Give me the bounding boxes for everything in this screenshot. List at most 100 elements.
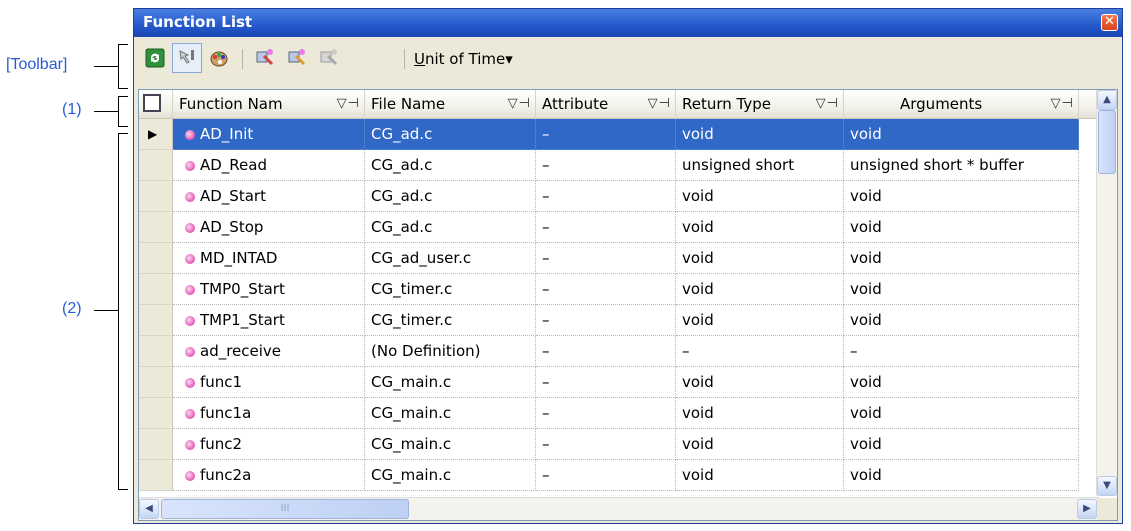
file-name-cell[interactable]: CG_ad.c — [365, 119, 536, 150]
attribute-cell[interactable]: – — [536, 460, 676, 491]
palette-button[interactable] — [204, 43, 234, 73]
function-name-cell[interactable]: TMP0_Start — [173, 274, 365, 305]
row-header[interactable] — [139, 305, 173, 336]
arguments-cell[interactable]: void — [844, 243, 1079, 274]
function-name-cell[interactable]: MD_INTAD — [173, 243, 365, 274]
filter-pin-icon[interactable]: ▽⊣ — [816, 90, 839, 118]
arguments-cell[interactable]: void — [844, 181, 1079, 212]
file-name-cell[interactable]: CG_ad_user.c — [365, 243, 536, 274]
attribute-cell[interactable]: – — [536, 212, 676, 243]
row-header[interactable] — [139, 243, 173, 274]
arguments-cell[interactable]: void — [844, 119, 1079, 150]
row-header[interactable] — [139, 181, 173, 212]
vertical-scroll-thumb[interactable] — [1098, 110, 1116, 174]
row-header[interactable] — [139, 150, 173, 181]
filter-pin-icon[interactable]: ▽⊣ — [508, 90, 531, 118]
column-attribute[interactable]: Attribute ▽⊣ — [536, 90, 676, 118]
function-name-cell[interactable]: func2 — [173, 429, 365, 460]
table-row[interactable]: func1 CG_main.c – void void — [173, 367, 1099, 398]
file-name-cell[interactable]: CG_ad.c — [365, 212, 536, 243]
scroll-up-icon[interactable]: ▲ — [1097, 90, 1117, 110]
file-name-cell[interactable]: CG_main.c — [365, 398, 536, 429]
row-header[interactable] — [139, 460, 173, 491]
attribute-cell[interactable]: – — [536, 398, 676, 429]
file-name-cell[interactable]: CG_ad.c — [365, 150, 536, 181]
file-name-cell[interactable]: CG_ad.c — [365, 181, 536, 212]
title-bar[interactable]: Function List ✕ — [134, 9, 1122, 37]
table-row[interactable]: TMP0_Start CG_timer.c – void void — [173, 274, 1099, 305]
return-type-cell[interactable]: – — [676, 336, 844, 367]
table-row[interactable]: TMP1_Start CG_timer.c – void void — [173, 305, 1099, 336]
arguments-cell[interactable]: – — [844, 336, 1079, 367]
arguments-cell[interactable]: void — [844, 212, 1079, 243]
attribute-cell[interactable]: – — [536, 336, 676, 367]
horizontal-scroll-thumb[interactable]: III — [161, 499, 409, 519]
horizontal-scrollbar[interactable]: ◀ III ▶ — [139, 497, 1099, 520]
row-header[interactable] — [139, 212, 173, 243]
function-name-cell[interactable]: func1 — [173, 367, 365, 398]
file-name-cell[interactable]: CG_main.c — [365, 460, 536, 491]
unit-of-time-menu[interactable]: Unit of Time▾ — [414, 50, 513, 68]
column-return-type[interactable]: Return Type ▽⊣ — [676, 90, 844, 118]
column-arguments[interactable]: Arguments ▽⊣ — [844, 90, 1079, 118]
jump-to-source-button[interactable] — [172, 43, 202, 73]
scroll-left-icon[interactable]: ◀ — [139, 499, 159, 519]
arguments-cell[interactable]: unsigned short * buffer — [844, 150, 1079, 181]
table-row[interactable]: func2a CG_main.c – void void — [173, 460, 1099, 491]
table-row[interactable]: func1a CG_main.c – void void — [173, 398, 1099, 429]
row-header[interactable]: ▶ — [139, 119, 173, 150]
vertical-scrollbar[interactable]: ▲ ▼ — [1096, 90, 1117, 496]
return-type-cell[interactable]: void — [676, 243, 844, 274]
arguments-cell[interactable]: void — [844, 274, 1079, 305]
attribute-cell[interactable]: – — [536, 429, 676, 460]
row-header[interactable] — [139, 336, 173, 367]
filter-pin-icon[interactable]: ▽⊣ — [648, 90, 671, 118]
filter-pin-icon[interactable]: ▽⊣ — [1051, 90, 1074, 118]
scroll-down-icon[interactable]: ▼ — [1097, 476, 1117, 496]
column-function-name[interactable]: Function Nam ▽⊣ — [173, 90, 365, 118]
file-name-cell[interactable]: CG_timer.c — [365, 305, 536, 336]
attribute-cell[interactable]: – — [536, 367, 676, 398]
return-type-cell[interactable]: void — [676, 398, 844, 429]
function-name-cell[interactable]: TMP1_Start — [173, 305, 365, 336]
arguments-cell[interactable]: void — [844, 460, 1079, 491]
table-row[interactable]: AD_Stop CG_ad.c – void void — [173, 212, 1099, 243]
return-type-cell[interactable]: void — [676, 429, 844, 460]
arguments-cell[interactable]: void — [844, 398, 1079, 429]
scroll-right-icon[interactable]: ▶ — [1077, 499, 1097, 519]
attribute-cell[interactable]: – — [536, 181, 676, 212]
return-type-cell[interactable]: void — [676, 305, 844, 336]
attribute-cell[interactable]: – — [536, 119, 676, 150]
column-file-name[interactable]: File Name ▽⊣ — [365, 90, 536, 118]
row-header[interactable] — [139, 274, 173, 305]
table-row[interactable]: AD_Start CG_ad.c – void void — [173, 181, 1099, 212]
row-header[interactable] — [139, 367, 173, 398]
return-type-cell[interactable]: void — [676, 119, 844, 150]
column-chooser[interactable] — [139, 90, 173, 118]
return-type-cell[interactable]: void — [676, 460, 844, 491]
return-type-cell[interactable]: void — [676, 274, 844, 305]
table-row[interactable]: MD_INTAD CG_ad_user.c – void void — [173, 243, 1099, 274]
attribute-cell[interactable]: – — [536, 150, 676, 181]
return-type-cell[interactable]: void — [676, 181, 844, 212]
table-row[interactable]: AD_Read CG_ad.c – unsigned short unsigned sh… — [173, 150, 1099, 181]
row-header[interactable] — [139, 429, 173, 460]
file-name-cell[interactable]: CG_timer.c — [365, 274, 536, 305]
function-name-cell[interactable]: AD_Read — [173, 150, 365, 181]
function-name-cell[interactable]: AD_Start — [173, 181, 365, 212]
file-name-cell[interactable]: (No Definition) — [365, 336, 536, 367]
function-name-cell[interactable]: func2a — [173, 460, 365, 491]
table-row[interactable]: func2 CG_main.c – void void — [173, 429, 1099, 460]
close-icon[interactable]: ✕ — [1101, 14, 1118, 31]
remove-event-button[interactable] — [314, 43, 344, 73]
return-type-cell[interactable]: void — [676, 367, 844, 398]
function-name-cell[interactable]: ad_receive — [173, 336, 365, 367]
arguments-cell[interactable]: void — [844, 429, 1079, 460]
file-name-cell[interactable]: CG_main.c — [365, 429, 536, 460]
table-row[interactable]: ad_receive (No Definition) – – – — [173, 336, 1099, 367]
row-header[interactable] — [139, 398, 173, 429]
return-type-cell[interactable]: void — [676, 212, 844, 243]
file-name-cell[interactable]: CG_main.c — [365, 367, 536, 398]
attribute-cell[interactable]: – — [536, 243, 676, 274]
return-type-cell[interactable]: unsigned short — [676, 150, 844, 181]
